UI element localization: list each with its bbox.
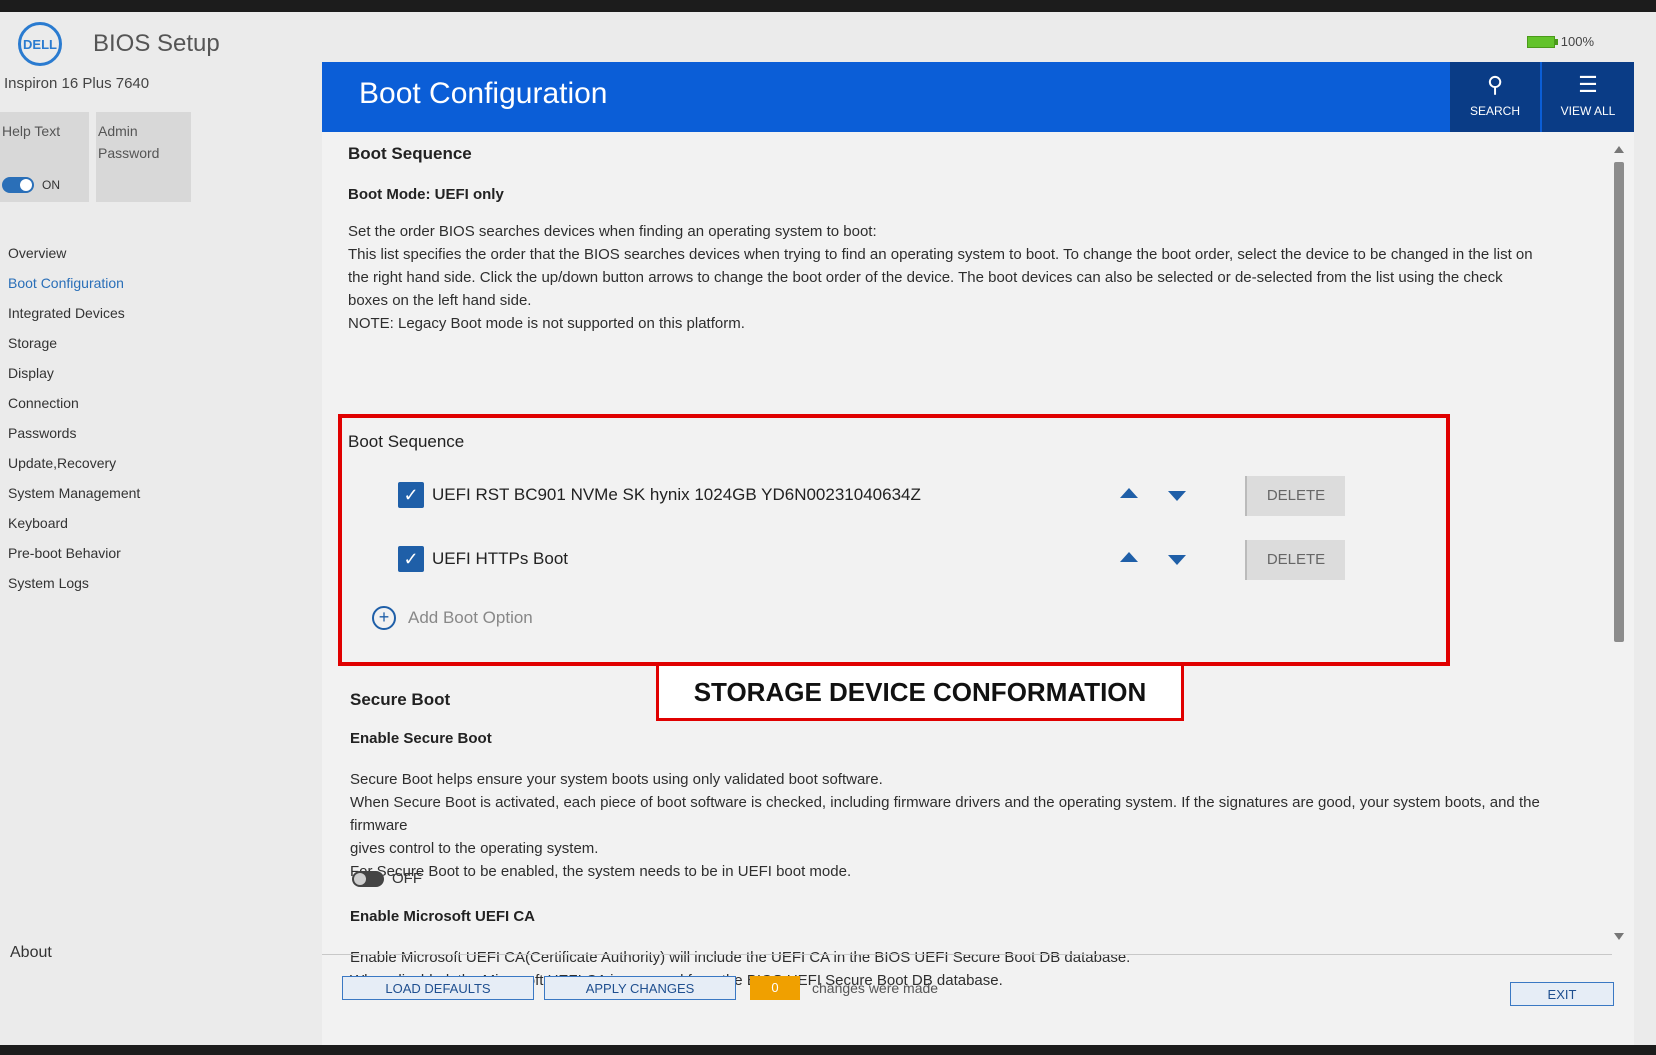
help-text-state: ON <box>42 178 60 192</box>
delete-button[interactable]: DELETE <box>1245 476 1345 516</box>
add-circle-icon: + <box>372 606 396 630</box>
content-scrollbar[interactable] <box>1612 144 1626 942</box>
ms-uefi-ca-description: Enable Microsoft UEFI CA(Certificate Aut… <box>350 946 1596 992</box>
scroll-thumb[interactable] <box>1614 162 1624 642</box>
sidebar-nav: Overview Boot Configuration Integrated D… <box>8 238 140 598</box>
search-button[interactable]: ⚲ SEARCH <box>1450 62 1540 132</box>
annotation-callout: STORAGE DEVICE CONFORMATION <box>656 663 1184 721</box>
admin-password-label-2: Password <box>98 145 160 161</box>
exit-button[interactable]: EXIT <box>1510 982 1614 1006</box>
enable-secure-boot-title: Enable Secure Boot <box>350 730 492 747</box>
changes-status-text: changes were made <box>812 980 939 996</box>
boot-desc-line: boxes on the left hand side. <box>348 292 532 309</box>
sidebar-item-integrated-devices[interactable]: Integrated Devices <box>8 298 140 328</box>
move-down-icon[interactable] <box>1168 555 1186 565</box>
view-all-icon: ☰ <box>1578 72 1598 97</box>
boot-desc-line: the right hand side. Click the up/down b… <box>348 269 1503 286</box>
move-up-icon[interactable] <box>1120 552 1138 562</box>
boot-mode-label: Boot Mode: UEFI only <box>348 186 504 203</box>
dell-logo: DELL <box>18 22 62 66</box>
boot-sequence-box: Boot Sequence ✓ UEFI RST BC901 NVMe SK h… <box>338 414 1450 666</box>
boot-device-label: UEFI RST BC901 NVMe SK hynix 1024GB YD6N… <box>432 485 921 504</box>
secure-desc-line: gives control to the operating system. <box>350 840 599 857</box>
admin-password-label-1: Admin <box>98 123 138 139</box>
help-text-tile[interactable]: Help Text ON <box>0 112 89 202</box>
secure-boot-toggle[interactable]: OFF <box>352 870 422 887</box>
toggle-switch-on[interactable] <box>2 177 34 193</box>
search-icon: ⚲ <box>1486 72 1504 97</box>
boot-sequence-description: Set the order BIOS searches devices when… <box>348 220 1588 335</box>
sidebar-item-about[interactable]: About <box>10 944 52 962</box>
boot-device-checkbox[interactable]: ✓ <box>398 546 424 572</box>
help-text-label: Help Text <box>2 123 61 139</box>
footer-divider <box>322 954 1612 955</box>
ms-ca-desc-line: Enable Microsoft UEFI CA(Certificate Aut… <box>350 949 1131 966</box>
sidebar-item-storage[interactable]: Storage <box>8 328 140 358</box>
battery-icon <box>1526 35 1558 48</box>
sidebar-item-connection[interactable]: Connection <box>8 388 140 418</box>
admin-password-tile[interactable]: Admin Password <box>96 112 191 202</box>
ms-ca-desc-line: When disabled, the Microsoft UEFI CA is … <box>350 972 1003 989</box>
app-title: BIOS Setup <box>93 30 220 57</box>
move-up-icon[interactable] <box>1120 488 1138 498</box>
battery-indicator: 100% <box>1526 34 1594 49</box>
add-boot-option-button[interactable]: + Add Boot Option <box>372 606 533 630</box>
boot-device-row: ✓ UEFI HTTPs Boot DELETE <box>342 540 1446 580</box>
secure-desc-line: For Secure Boot to be enabled, the syste… <box>350 863 852 880</box>
boot-sequence-list-title: Boot Sequence <box>348 432 465 451</box>
change-count-badge: 0 <box>750 976 800 1000</box>
view-all-label: VIEW ALL <box>1560 104 1616 118</box>
secure-boot-description: Secure Boot helps ensure your system boo… <box>350 768 1596 883</box>
add-boot-option-label: Add Boot Option <box>408 608 533 627</box>
secure-boot-toggle-state: OFF <box>392 870 422 887</box>
battery-percent: 100% <box>1560 34 1594 49</box>
boot-device-row: ✓ UEFI RST BC901 NVMe SK hynix 1024GB YD… <box>342 476 1446 516</box>
bios-screen: DELL BIOS Setup 100% Inspiron 16 Plus 76… <box>0 12 1656 1045</box>
boot-desc-line: Set the order BIOS searches devices when… <box>348 223 877 240</box>
ms-uefi-ca-title: Enable Microsoft UEFI CA <box>350 908 536 925</box>
scroll-up-icon[interactable] <box>1614 146 1624 153</box>
secure-desc-line: When Secure Boot is activated, each piec… <box>350 794 1540 834</box>
move-down-icon[interactable] <box>1168 491 1186 501</box>
view-all-button[interactable]: ☰ VIEW ALL <box>1542 62 1634 132</box>
secure-desc-line: Secure Boot helps ensure your system boo… <box>350 771 883 788</box>
model-name: Inspiron 16 Plus 7640 <box>4 75 150 92</box>
main-panel: Boot Configuration ⚲ SEARCH ☰ VIEW ALL B… <box>322 62 1634 1045</box>
boot-sequence-heading: Boot Sequence <box>348 144 472 163</box>
settings-content: Boot Sequence Boot Mode: UEFI only Set t… <box>338 132 1596 1002</box>
sidebar-item-update-recovery[interactable]: Update,Recovery <box>8 448 140 478</box>
boot-device-checkbox[interactable]: ✓ <box>398 482 424 508</box>
sidebar-item-passwords[interactable]: Passwords <box>8 418 140 448</box>
sidebar-item-display[interactable]: Display <box>8 358 140 388</box>
help-text-toggle[interactable]: ON <box>2 174 60 196</box>
load-defaults-button[interactable]: LOAD DEFAULTS <box>342 976 534 1000</box>
sidebar-item-system-logs[interactable]: System Logs <box>8 568 140 598</box>
toggle-switch-off[interactable] <box>352 870 384 887</box>
search-label: SEARCH <box>1469 104 1520 118</box>
sidebar-item-pre-boot-behavior[interactable]: Pre-boot Behavior <box>8 538 140 568</box>
sidebar-item-keyboard[interactable]: Keyboard <box>8 508 140 538</box>
scroll-down-icon[interactable] <box>1614 933 1624 940</box>
boot-device-label: UEFI HTTPs Boot <box>432 549 569 568</box>
sidebar-item-system-management[interactable]: System Management <box>8 478 140 508</box>
secure-boot-heading: Secure Boot <box>350 690 451 709</box>
page-banner: Boot Configuration ⚲ SEARCH ☰ VIEW ALL <box>322 62 1634 132</box>
sidebar-item-overview[interactable]: Overview <box>8 238 140 268</box>
boot-desc-line: This list specifies the order that the B… <box>348 246 1533 263</box>
sidebar-item-boot-configuration[interactable]: Boot Configuration <box>8 268 140 298</box>
page-title: Boot Configuration <box>359 77 608 110</box>
apply-changes-button[interactable]: APPLY CHANGES <box>544 976 736 1000</box>
boot-desc-line: NOTE: Legacy Boot mode is not supported … <box>348 315 745 332</box>
delete-button[interactable]: DELETE <box>1245 540 1345 580</box>
